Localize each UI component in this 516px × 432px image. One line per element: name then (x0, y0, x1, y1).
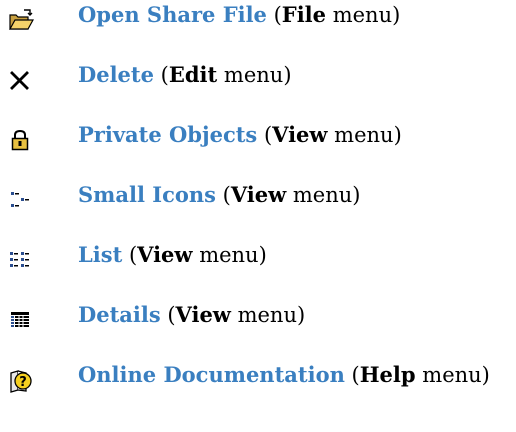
menu-suffix: menu (422, 363, 482, 387)
item-text: Open Share File (File menu) (78, 2, 401, 27)
menu-name: Help (359, 362, 416, 387)
menu-suffix: menu (334, 123, 394, 147)
menu-suffix: menu (199, 243, 259, 267)
command-link[interactable]: Private Objects (78, 122, 257, 147)
command-link[interactable]: List (78, 242, 122, 267)
padlock-icon (8, 128, 32, 152)
menu-suffix: menu (223, 63, 284, 87)
help-question-icon: ? (8, 368, 32, 393)
menu-suffix: menu (332, 3, 393, 27)
item-text: Delete (Edit menu) (78, 62, 292, 87)
menu-name: Edit (168, 62, 218, 87)
menu-name: View (230, 182, 287, 207)
list-item-details: Details (View menu) (0, 300, 516, 340)
list-item-private-objects: Private Objects (View menu) (0, 120, 516, 160)
list-item-small-icons: Small Icons (View menu) (0, 180, 516, 220)
list-item-delete: Delete (Edit menu) (0, 60, 516, 100)
command-link[interactable]: Open Share File (78, 2, 267, 27)
menu-name: View (137, 242, 193, 267)
delete-x-icon (8, 68, 32, 92)
menu-suffix: menu (237, 303, 297, 327)
small-icons-view-icon (8, 188, 32, 212)
item-text: Small Icons (View menu) (78, 182, 361, 207)
list-item-online-documentation: ? Online Documentation (Help menu) (0, 360, 516, 400)
command-link[interactable]: Small Icons (78, 182, 216, 207)
command-link[interactable]: Delete (78, 62, 154, 87)
toolbar-button-list: Open Share File (File menu) Delete (Edit… (0, 0, 516, 432)
item-text: List (View menu) (78, 242, 267, 267)
open-folder-icon (8, 8, 34, 32)
command-link[interactable]: Details (78, 302, 161, 327)
item-text: Details (View menu) (78, 302, 306, 327)
svg-text:?: ? (19, 375, 27, 390)
list-item-list: List (View menu) (0, 240, 516, 280)
list-item-open-share-file: Open Share File (File menu) (0, 0, 516, 40)
list-view-icon (8, 248, 32, 272)
item-text: Online Documentation (Help menu) (78, 362, 490, 387)
menu-name: File (281, 2, 327, 27)
item-text: Private Objects (View menu) (78, 122, 402, 147)
menu-suffix: menu (292, 183, 353, 207)
details-view-icon (8, 308, 32, 332)
command-link[interactable]: Online Documentation (78, 362, 345, 387)
menu-name: View (272, 122, 328, 147)
menu-name: View (175, 302, 231, 327)
